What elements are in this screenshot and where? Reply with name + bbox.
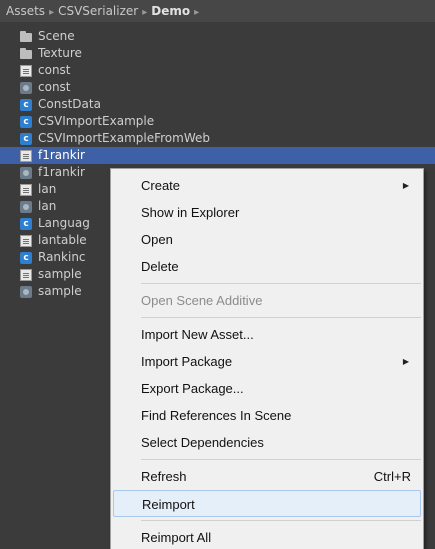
menu-item-open-scene-additive: Open Scene Additive — [111, 287, 423, 314]
file-list-item[interactable]: c CSVImportExampleFromWeb — [0, 130, 435, 147]
menu-item-open[interactable]: Open — [111, 226, 423, 253]
file-name-label: f1rankir — [38, 165, 85, 179]
csharp-script-icon: c — [20, 115, 32, 128]
submenu-arrow-icon: ▶ — [402, 357, 409, 366]
text-file-icon — [20, 64, 32, 77]
file-name-label: sample — [38, 267, 82, 281]
file-name-label: lan — [38, 182, 57, 196]
menu-separator — [141, 459, 421, 460]
text-file-icon — [20, 268, 32, 281]
file-name-label: f1rankir — [38, 148, 85, 162]
breadcrumb-item-csvserializer[interactable]: CSVSerializer — [58, 4, 138, 18]
menu-item-label: Create — [141, 178, 181, 193]
menu-item-label: Reimport All — [141, 530, 212, 545]
menu-item-label: Select Dependencies — [141, 435, 264, 450]
breadcrumb-separator-icon: ▸ — [49, 7, 55, 18]
file-name-label: const — [38, 63, 71, 77]
file-name-label: Texture — [38, 46, 82, 60]
csharp-script-icon: c — [20, 217, 32, 230]
menu-separator — [141, 317, 421, 318]
file-name-label: lan — [38, 199, 57, 213]
file-name-label: Rankinc — [38, 250, 86, 264]
asset-file-icon — [20, 166, 32, 179]
menu-item-import-new-asset[interactable]: Import New Asset... — [111, 321, 423, 348]
menu-item-label: Delete — [141, 259, 179, 274]
menu-separator — [141, 283, 421, 284]
file-list-item[interactable]: const — [0, 62, 435, 79]
file-list-item[interactable]: f1rankir — [0, 147, 435, 164]
text-file-icon — [20, 234, 32, 247]
text-file-icon — [20, 149, 32, 162]
menu-separator — [141, 520, 421, 521]
menu-item-label: Open Scene Additive — [141, 293, 263, 308]
asset-file-icon — [20, 81, 32, 94]
menu-item-create[interactable]: Create ▶ — [111, 172, 423, 199]
file-name-label: Languag — [38, 216, 90, 230]
menu-item-reimport[interactable]: Reimport — [113, 490, 421, 517]
asset-file-icon — [20, 285, 32, 298]
submenu-arrow-icon: ▶ — [402, 181, 409, 190]
menu-item-label: Export Package... — [141, 381, 244, 396]
menu-item-label: Import Package — [141, 354, 233, 369]
menu-item-delete[interactable]: Delete — [111, 253, 423, 280]
file-name-label: sample — [38, 284, 82, 298]
asset-file-icon — [20, 200, 32, 213]
breadcrumb-separator-icon: ▸ — [142, 7, 148, 18]
folder-icon — [20, 31, 32, 42]
menu-item-shortcut: Ctrl+R — [373, 469, 411, 484]
menu-item-label: Show in Explorer — [141, 205, 240, 220]
menu-item-import-package[interactable]: Import Package ▶ — [111, 348, 423, 375]
breadcrumb: Assets ▸ CSVSerializer ▸ Demo ▸ — [0, 0, 435, 22]
file-list-item[interactable]: c ConstData — [0, 96, 435, 113]
menu-item-label: Open — [141, 232, 173, 247]
file-list-item[interactable]: Texture — [0, 45, 435, 62]
breadcrumb-item-assets[interactable]: Assets — [6, 4, 45, 18]
breadcrumb-item-demo[interactable]: Demo — [151, 4, 190, 18]
file-name-label: lantable — [38, 233, 87, 247]
menu-item-label: Find References In Scene — [141, 408, 292, 423]
menu-item-label: Reimport — [142, 497, 195, 512]
menu-item-find-references-in-scene[interactable]: Find References In Scene — [111, 402, 423, 429]
file-name-label: CSVImportExample — [38, 114, 155, 128]
menu-item-reimport-all[interactable]: Reimport All — [111, 524, 423, 549]
menu-item-label: Import New Asset... — [141, 327, 254, 342]
menu-item-export-package[interactable]: Export Package... — [111, 375, 423, 402]
menu-item-select-dependencies[interactable]: Select Dependencies — [111, 429, 423, 456]
file-name-label: const — [38, 80, 71, 94]
file-name-label: ConstData — [38, 97, 101, 111]
csharp-script-icon: c — [20, 98, 32, 111]
menu-item-show-in-explorer[interactable]: Show in Explorer — [111, 199, 423, 226]
menu-item-refresh[interactable]: Refresh Ctrl+R — [111, 463, 423, 490]
file-list-item[interactable]: c CSVImportExample — [0, 113, 435, 130]
context-menu: Create ▶ Show in Explorer Open Delete Open Sc… — [110, 168, 424, 549]
file-list-item[interactable]: const — [0, 79, 435, 96]
csharp-script-icon: c — [20, 132, 32, 145]
csharp-script-icon: c — [20, 251, 32, 264]
breadcrumb-separator-icon: ▸ — [194, 7, 200, 18]
menu-item-label: Refresh — [141, 469, 187, 484]
file-name-label: CSVImportExampleFromWeb — [38, 131, 210, 145]
file-name-label: Scene — [38, 29, 75, 43]
file-list-item[interactable]: Scene — [0, 28, 435, 45]
text-file-icon — [20, 183, 32, 196]
folder-icon — [20, 48, 32, 59]
